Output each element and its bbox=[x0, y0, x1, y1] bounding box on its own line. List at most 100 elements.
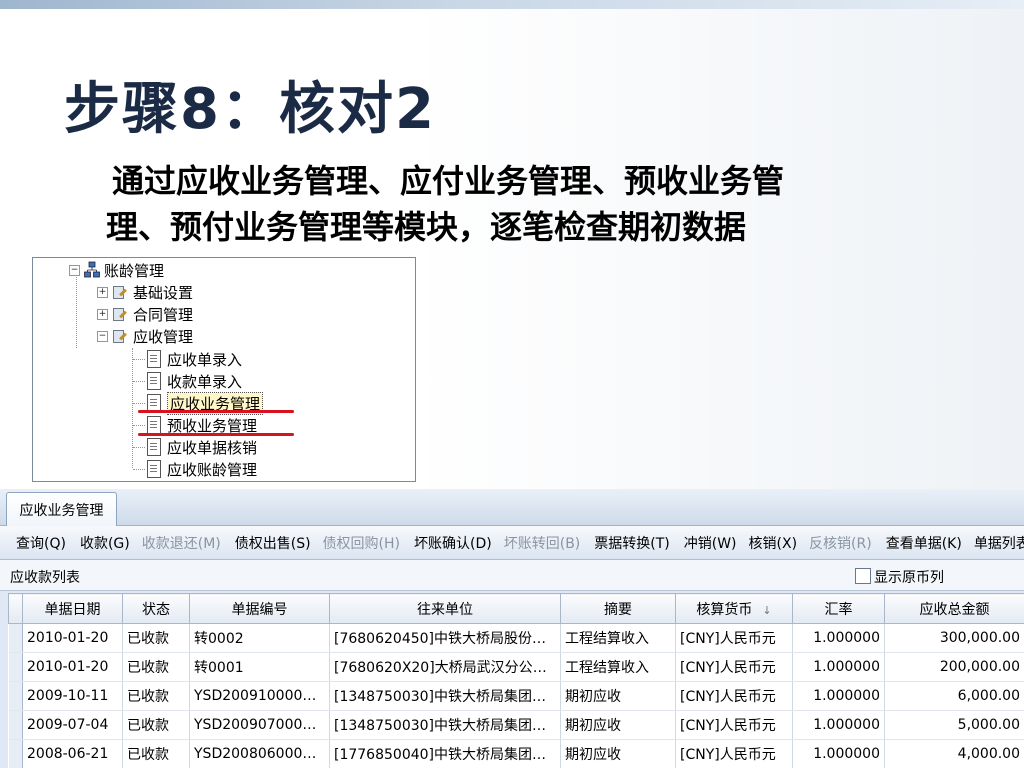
column-header-summary[interactable]: 摘要 bbox=[560, 593, 676, 624]
writeoff-button[interactable]: 核销(X) bbox=[743, 533, 804, 553]
tree-node-basic-settings[interactable]: + 基础设置 bbox=[97, 281, 193, 303]
row-header[interactable] bbox=[8, 739, 23, 768]
toolbar: 查询(Q) 收款(G) 收款退还(M) 债权出售(S) 债权回购(H) 坏账确认… bbox=[0, 526, 1024, 560]
tree-node-label: 账龄管理 bbox=[104, 261, 165, 280]
column-header-status[interactable]: 状态 bbox=[122, 593, 190, 624]
debt-buyback-button[interactable]: 债权回购(H) bbox=[317, 533, 406, 553]
highlight-underline bbox=[138, 410, 294, 413]
receivables-table: 单据日期 状态 单据编号 往来单位 摘要 核算货币 ↓ 汇率 应收总金额 2010… bbox=[8, 593, 1024, 768]
query-button[interactable]: 查询(Q) bbox=[10, 533, 72, 553]
tree-guide-line bbox=[133, 447, 145, 448]
cell-status: 已收款 bbox=[122, 710, 190, 740]
tree-node-label: 应收账龄管理 bbox=[167, 460, 258, 479]
show-original-currency-label[interactable]: 显示原币列 bbox=[874, 567, 944, 587]
document-icon bbox=[147, 372, 161, 390]
tree-node-receipt-entry[interactable]: 收款单录入 bbox=[147, 370, 242, 392]
bill-convert-button[interactable]: 票据转换(T) bbox=[588, 533, 675, 553]
cell-status: 已收款 bbox=[122, 681, 190, 711]
cell-currency: [CNY]人民币元 bbox=[675, 681, 793, 711]
tree-node-receivable-entry[interactable]: 应收单录入 bbox=[147, 348, 242, 370]
column-header-date[interactable]: 单据日期 bbox=[22, 593, 123, 624]
application-window: 应收业务管理 查询(Q) 收款(G) 收款退还(M) 债权出售(S) 债权回购(… bbox=[0, 489, 1024, 768]
tree-node-contract-management[interactable]: + 合同管理 bbox=[97, 303, 193, 325]
cell-counterparty: [7680620450]中铁大桥局股份有... bbox=[329, 623, 561, 653]
slide-body-line-1: 通过应收业务管理、应付业务管理、预收业务管 bbox=[112, 162, 785, 200]
highlight-underline bbox=[138, 433, 294, 436]
cell-total-amount: 200,000.00 bbox=[884, 652, 1024, 682]
cell-currency: [CNY]人民币元 bbox=[675, 739, 793, 768]
navigation-tree: − 账龄管理 + 基础设置 + 合同管理 − 应收管理 应收单录入 收款单录入 … bbox=[32, 257, 416, 482]
cell-status: 已收款 bbox=[122, 623, 190, 653]
org-chart-icon bbox=[84, 261, 100, 279]
bad-debt-confirm-button[interactable]: 坏账确认(D) bbox=[408, 533, 498, 553]
cell-doc-number: YSD200806000001 bbox=[189, 739, 330, 768]
expand-icon[interactable]: + bbox=[97, 286, 108, 298]
cell-date: 2009-07-04 bbox=[22, 710, 123, 740]
table-header-row: 单据日期 状态 单据编号 往来单位 摘要 核算货币 ↓ 汇率 应收总金额 bbox=[8, 593, 1024, 624]
document-list-button[interactable]: 单据列表 bbox=[968, 533, 1024, 553]
module-icon bbox=[112, 306, 127, 322]
receipt-refund-button[interactable]: 收款退还(M) bbox=[136, 533, 227, 553]
collapse-icon[interactable]: − bbox=[69, 264, 80, 276]
column-header-doc-number[interactable]: 单据编号 bbox=[189, 593, 330, 624]
reverse-writeoff-button[interactable]: 反核销(R) bbox=[803, 533, 878, 553]
row-header[interactable] bbox=[8, 623, 23, 653]
tree-guide-line bbox=[132, 348, 133, 468]
tree-node-receivable-aging[interactable]: 应收账龄管理 bbox=[147, 458, 257, 480]
row-header[interactable] bbox=[8, 652, 23, 682]
cell-summary: 期初应收 bbox=[560, 739, 676, 768]
tree-guide-line bbox=[133, 425, 145, 426]
column-header-currency[interactable]: 核算货币 ↓ bbox=[675, 593, 793, 624]
tree-node-receivables-management[interactable]: − 应收管理 bbox=[97, 325, 193, 347]
tree-node-label: 合同管理 bbox=[133, 305, 194, 324]
tree-node-receivable-writeoff[interactable]: 应收单据核销 bbox=[147, 436, 257, 458]
table-row[interactable]: 2010-01-20 已收款 转0002 [7680620450]中铁大桥局股份… bbox=[8, 623, 1024, 653]
tree-guide-line bbox=[133, 359, 145, 360]
cell-doc-number: 转0002 bbox=[189, 623, 330, 653]
cell-total-amount: 4,000.00 bbox=[884, 739, 1024, 768]
document-icon bbox=[147, 350, 161, 368]
receive-button[interactable]: 收款(G) bbox=[74, 533, 136, 553]
tree-guide-line bbox=[133, 403, 145, 404]
cell-status: 已收款 bbox=[122, 652, 190, 682]
show-original-currency-checkbox[interactable] bbox=[855, 568, 871, 584]
cell-summary: 工程结算收入 bbox=[560, 623, 676, 653]
column-header-label: 核算货币 bbox=[696, 601, 753, 618]
column-header-counterparty[interactable]: 往来单位 bbox=[329, 593, 561, 624]
row-header[interactable] bbox=[8, 681, 23, 711]
column-header-exchange-rate[interactable]: 汇率 bbox=[792, 593, 885, 624]
debt-sale-button[interactable]: 债权出售(S) bbox=[229, 533, 317, 553]
cell-counterparty: [7680620X20]大桥局武汉分公司... bbox=[329, 652, 561, 682]
expand-icon[interactable]: + bbox=[97, 308, 108, 320]
bad-debt-reverse-button[interactable]: 坏账转回(B) bbox=[498, 533, 587, 553]
tree-node-root[interactable]: − 账龄管理 bbox=[69, 259, 164, 281]
tree-node-label: 应收单据核销 bbox=[167, 438, 258, 457]
view-document-button[interactable]: 查看单据(K) bbox=[880, 533, 968, 553]
column-header-total-amount[interactable]: 应收总金额 bbox=[884, 593, 1024, 624]
list-title: 应收款列表 bbox=[10, 570, 80, 586]
cell-exchange-rate: 1.000000 bbox=[792, 652, 885, 682]
cell-counterparty: [1776850040]中铁大桥局集团有... bbox=[329, 739, 561, 768]
cell-counterparty: [1348750030]中铁大桥局集团第... bbox=[329, 710, 561, 740]
tree-guide-line bbox=[76, 270, 77, 348]
collapse-icon[interactable]: − bbox=[97, 330, 108, 342]
row-header-corner bbox=[8, 593, 23, 624]
cell-counterparty: [1348750030]中铁大桥局集团第... bbox=[329, 681, 561, 711]
cell-summary: 期初应收 bbox=[560, 710, 676, 740]
table-row[interactable]: 2009-10-11 已收款 YSD200910000001 [13487500… bbox=[8, 681, 1024, 711]
offset-button[interactable]: 冲销(W) bbox=[678, 533, 743, 553]
cell-exchange-rate: 1.000000 bbox=[792, 681, 885, 711]
cell-summary: 期初应收 bbox=[560, 681, 676, 711]
table-row[interactable]: 2008-06-21 已收款 YSD200806000001 [17768500… bbox=[8, 739, 1024, 768]
cell-date: 2010-01-20 bbox=[22, 623, 123, 653]
table-row[interactable]: 2009-07-04 已收款 YSD200907000001 [13487500… bbox=[8, 710, 1024, 740]
slide-body-text: 通过应收业务管理、应付业务管理、预收业务管 理、预付业务管理等模块，逐笔检查期初… bbox=[106, 158, 956, 250]
cell-exchange-rate: 1.000000 bbox=[792, 623, 885, 653]
row-header[interactable] bbox=[8, 710, 23, 740]
tab-receivables-business[interactable]: 应收业务管理 bbox=[6, 492, 117, 526]
slide-title: 步骤8：核对2 bbox=[64, 77, 436, 142]
cell-doc-number: YSD200907000001 bbox=[189, 710, 330, 740]
document-icon bbox=[147, 416, 161, 434]
table-row[interactable]: 2010-01-20 已收款 转0001 [7680620X20]大桥局武汉分公… bbox=[8, 652, 1024, 682]
slide-top-band bbox=[0, 0, 1024, 9]
